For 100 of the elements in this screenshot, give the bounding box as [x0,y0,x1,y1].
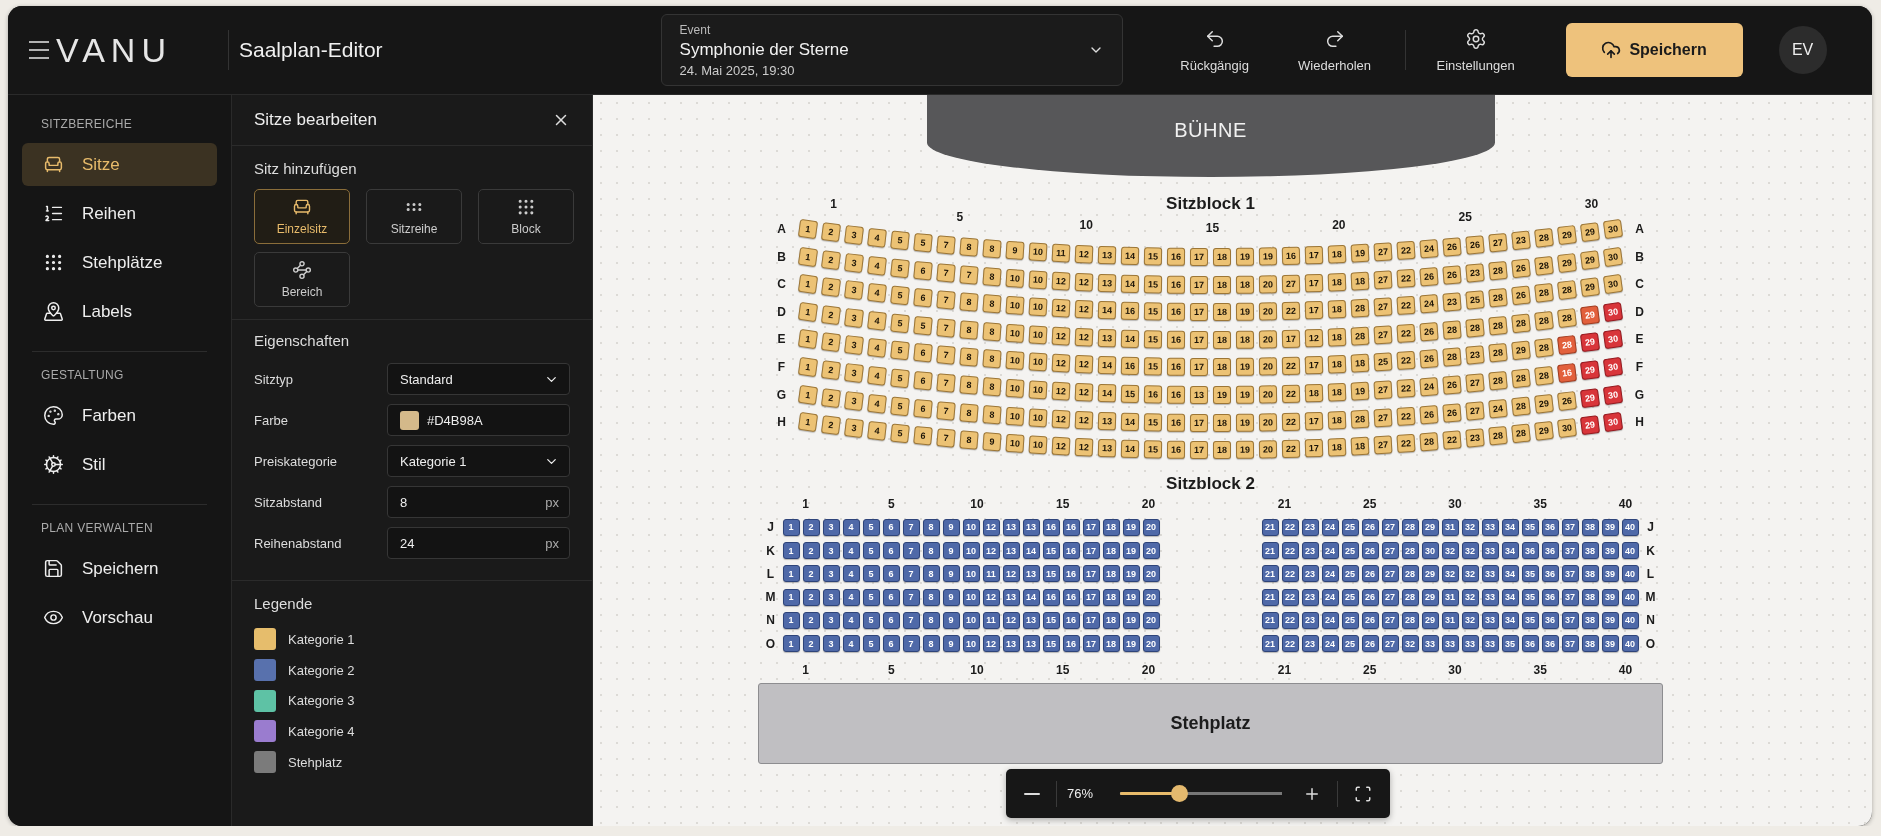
seat[interactable]: 18 [1212,358,1231,377]
seat[interactable]: 18 [1350,271,1370,291]
seat[interactable]: 26 [1361,588,1379,606]
seat[interactable]: 18 [1212,275,1231,294]
seat[interactable]: 32 [1461,518,1479,536]
seat[interactable]: 5 [889,258,910,278]
seat[interactable]: 10 [1028,297,1048,317]
seat[interactable]: 12 [1051,381,1071,401]
seat[interactable]: 33 [1481,518,1499,536]
seat[interactable]: 28 [1511,423,1531,444]
seat[interactable]: 7 [902,611,920,629]
seat[interactable]: 34 [1501,542,1519,560]
seat[interactable]: 2 [802,518,820,536]
seat[interactable]: 2 [802,565,820,583]
seat[interactable]: 10 [1005,378,1025,398]
seat[interactable]: 13 [1097,245,1116,265]
seat[interactable]: 29 [1579,277,1601,298]
seat[interactable]: 24 [1321,542,1339,560]
seat[interactable]: 39 [1601,588,1619,606]
seat[interactable]: 17 [1189,358,1208,377]
seat[interactable]: 13 [1022,611,1040,629]
seat[interactable]: 17 [1082,588,1100,606]
seat[interactable]: 14 [1097,383,1116,403]
seat[interactable]: 35 [1521,565,1539,583]
seat[interactable]: 23 [1465,262,1485,283]
seat[interactable]: 5 [862,588,880,606]
seat[interactable]: 40 [1621,542,1639,560]
seat[interactable]: 4 [842,518,860,536]
seat[interactable]: 35 [1521,588,1539,606]
seat[interactable]: 10 [1028,435,1048,455]
seat[interactable]: 32 [1441,565,1459,583]
seat[interactable]: 5 [912,315,933,336]
seat[interactable]: 37 [1561,542,1579,560]
seat[interactable]: 3 [843,418,864,439]
seat[interactable]: 18 [1212,247,1231,266]
seat[interactable]: 5 [862,565,880,583]
seat[interactable]: 8 [982,321,1002,342]
seat[interactable]: 17 [1281,329,1301,348]
seat[interactable]: 9 [942,635,960,653]
seat[interactable]: 13 [1097,273,1116,293]
seat[interactable]: 26 [1361,611,1379,629]
seat[interactable]: 10 [1028,325,1048,345]
seat[interactable]: 3 [843,363,864,383]
seat[interactable]: 12 [1051,271,1071,291]
seat[interactable]: 4 [866,421,887,441]
sidebar-item[interactable]: Stil [22,443,217,486]
seat[interactable]: 10 [962,611,980,629]
seat[interactable]: 8 [958,375,979,395]
seat[interactable]: 37 [1561,518,1579,536]
seat[interactable]: 26 [1361,518,1379,536]
seat[interactable]: 12 [1074,382,1094,402]
seat[interactable]: 28 [1488,370,1508,391]
seat[interactable]: 1 [797,329,818,350]
seat[interactable]: 20 [1142,518,1160,536]
seat[interactable]: 27 [1373,435,1393,455]
seat[interactable]: 5 [889,423,910,444]
seat[interactable]: 10 [962,542,980,560]
tool-button[interactable]: Einzelsitz [254,189,350,244]
seat[interactable]: 12 [1002,611,1020,629]
seat[interactable]: 17 [1082,611,1100,629]
seat[interactable]: 39 [1601,518,1619,536]
seat[interactable]: 15 [1143,412,1162,432]
seat[interactable]: 38 [1581,611,1599,629]
seat[interactable]: 27 [1373,380,1393,400]
seat[interactable]: 1 [782,611,800,629]
seat[interactable]: 29 [1534,393,1554,414]
seat[interactable]: 2 [802,588,820,606]
seat[interactable]: 8 [922,565,940,583]
seat[interactable]: 25 [1373,352,1393,372]
seat[interactable]: 13 [1097,439,1116,458]
seat[interactable]: 5 [912,232,933,253]
seat[interactable]: 27 [1281,274,1301,293]
seat[interactable]: 31 [1441,588,1459,606]
seat[interactable]: 10 [1005,268,1025,288]
seat[interactable]: 28 [1488,260,1508,281]
seat[interactable]: 20 [1258,385,1277,404]
toolbar-button[interactable]: Wiederholen [1274,27,1395,73]
seat[interactable]: 1 [797,246,818,267]
seat[interactable]: 12 [1051,436,1071,456]
seat[interactable]: 23 [1301,542,1319,560]
seat[interactable]: 28 [1488,288,1508,308]
seat[interactable]: 17 [1189,413,1208,432]
seat[interactable]: 9 [942,565,960,583]
seat[interactable]: 18 [1327,300,1347,319]
seat[interactable]: 29 [1579,332,1601,353]
seat[interactable]: 16 [1062,611,1080,629]
seat[interactable]: 8 [982,349,1002,369]
seat[interactable]: 2 [820,332,841,353]
seat[interactable]: 14 [1120,329,1139,348]
seat[interactable]: 35 [1521,611,1539,629]
seat[interactable]: 10 [1005,434,1025,454]
menu-icon[interactable] [28,40,50,60]
seat[interactable]: 10 [1028,352,1048,372]
seat[interactable]: 26 [1557,390,1578,411]
seat[interactable]: 7 [935,290,956,310]
seat[interactable]: 25 [1341,635,1359,653]
seat[interactable]: 16 [1166,385,1185,404]
seat[interactable]: 22 [1396,268,1416,288]
seat[interactable]: 21 [1261,518,1279,536]
seat[interactable]: 19 [1212,385,1231,404]
